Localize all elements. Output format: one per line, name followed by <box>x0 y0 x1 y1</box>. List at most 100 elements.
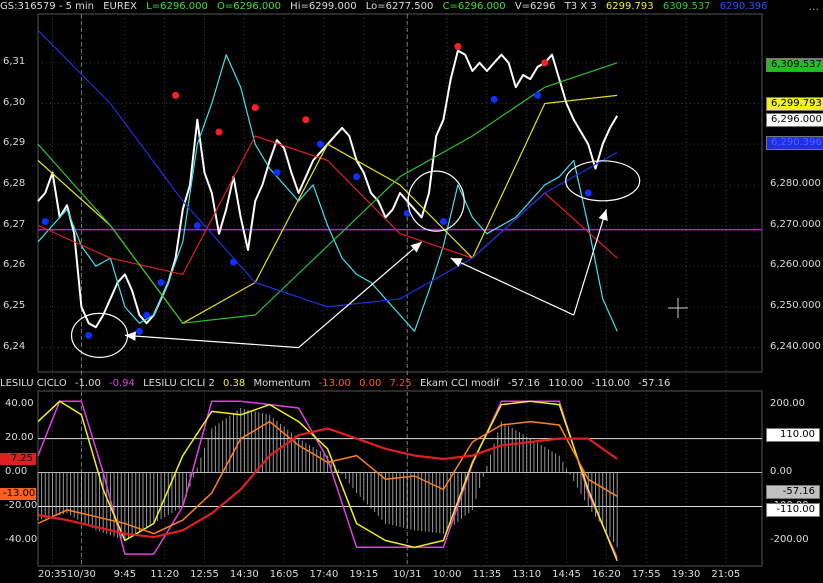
ind3-value-c: 7.25 <box>389 378 412 389</box>
blue-dot-0 <box>41 217 49 225</box>
blue-dot-13 <box>534 91 542 99</box>
x-tick-3: 11:20 <box>150 569 180 580</box>
x-tick-6: 16:05 <box>269 569 299 580</box>
high-label: Hi=6299.000 <box>290 1 357 12</box>
y-left-tick-6: 6,25 <box>3 299 26 311</box>
series-price <box>37 49 619 329</box>
last-label: L=6296.000 <box>146 1 208 12</box>
ind4-value-d: -57.16 <box>638 378 671 389</box>
red-dot-5 <box>541 59 549 67</box>
ind4-value-c: -110.00 <box>591 378 630 389</box>
x-tick-8: 19:15 <box>349 569 379 580</box>
blue-dot-1 <box>85 331 93 339</box>
y-left-tick-1: 6,30 <box>3 96 26 108</box>
indicator-header: LESILU CICLO -1.00 -0.94 LESILU CICLI 2 … <box>0 377 823 391</box>
blue-dot-11 <box>439 217 447 225</box>
blue-dot-14 <box>584 189 592 197</box>
blue-dot-5 <box>193 222 201 230</box>
ind-y-right-tick-4: -200.00 <box>770 533 809 545</box>
blue-dot-4 <box>157 279 165 286</box>
series-yellow_ma <box>37 94 618 324</box>
red-dot-4 <box>454 43 462 51</box>
price-tag-2: 6,296.000 <box>766 112 823 127</box>
ind-left-tag-0: 7.25 <box>0 453 36 466</box>
volume-label: V=6296 <box>514 1 556 12</box>
x-tick-1: 10/30 <box>67 569 96 580</box>
ind4-value-b: 110.00 <box>548 378 584 389</box>
ind1-value-b: -0.94 <box>109 378 135 389</box>
x-tick-10: 10:00 <box>432 569 462 580</box>
ind1-name: LESILU CICLO <box>0 378 67 389</box>
ind-y-left-tick-0: 40.00 <box>5 397 34 409</box>
y-right-tick-0: 6,280.000 <box>770 177 821 189</box>
blue-dot-2 <box>135 327 143 335</box>
ind1-value: -1.00 <box>74 378 101 389</box>
ind4-value: -57.16 <box>507 378 540 389</box>
exchange-label: EUREX <box>103 1 137 12</box>
blue-dot-9 <box>353 173 361 181</box>
chart-menu-icon[interactable]: ... <box>809 0 820 13</box>
y-left-tick-7: 6,24 <box>3 340 26 352</box>
series-green_ma <box>37 62 618 324</box>
series-red_ma <box>37 135 618 275</box>
ind-right-tag-0: 110.00 <box>766 428 820 443</box>
low-label: Lo=6277.500 <box>365 1 434 12</box>
y-right-tick-1: 6,270.000 <box>770 218 821 230</box>
mult-label: T3 X 3 <box>564 1 597 12</box>
ind3-value: -13.00 <box>318 378 351 389</box>
y-left-tick-3: 6,28 <box>3 177 26 189</box>
x-tick-11: 11:35 <box>472 569 502 580</box>
annotation-arrow-1 <box>298 241 423 349</box>
blue-dot-3 <box>143 311 151 319</box>
price-tag-3: 6,290.396 <box>766 135 823 150</box>
x-tick-17: 21:05 <box>711 569 741 580</box>
blue-dot-7 <box>273 169 281 177</box>
annotation-ellipse-3 <box>565 160 641 202</box>
chart-canvas <box>37 13 763 567</box>
ind2-name: LESILU CICLI 2 <box>143 378 215 389</box>
ind-right-tag-2: -110.00 <box>766 502 820 517</box>
red-dot-2 <box>251 104 259 112</box>
y-right-tick-3: 6,250.000 <box>770 299 821 311</box>
price-tag-0: 6,309.537 <box>766 57 823 72</box>
y-right-tick-2: 6,260.000 <box>770 259 821 271</box>
x-tick-5: 14:30 <box>229 569 259 580</box>
x-tick-12: 13:10 <box>512 569 542 580</box>
x-tick-15: 17:55 <box>631 569 661 580</box>
ind-left-tag-1: -13.00 <box>0 487 36 500</box>
y-right-tick-4: 6,240.000 <box>770 340 821 352</box>
ma3-label: 6290.396 <box>719 1 768 12</box>
y-left-tick-4: 6,27 <box>3 218 26 230</box>
ind-y-left-tick-2: 0.00 <box>5 465 28 477</box>
annotation-arrow-2 <box>450 257 575 316</box>
series-cyan <box>37 54 618 332</box>
x-tick-2: 9:45 <box>113 569 137 580</box>
y-left-tick-0: 6,31 <box>3 55 26 67</box>
x-tick-16: 19:30 <box>671 569 701 580</box>
ma1-label: 6299.793 <box>605 1 654 12</box>
blue-dot-12 <box>490 95 498 103</box>
close-label: C=6296.000 <box>442 1 506 12</box>
blue-dot-8 <box>316 140 324 148</box>
price-tag-1: 6,299.793 <box>766 97 823 112</box>
symbol-label: GS:316579 - 5 min <box>0 1 95 12</box>
red-dot-0 <box>172 91 180 99</box>
ind-y-left-tick-1: 20.00 <box>5 431 34 443</box>
ind-y-right-tick-2: 0.00 <box>770 465 793 477</box>
x-tick-4: 12:55 <box>190 569 219 580</box>
x-tick-9: 10/31 <box>392 569 422 580</box>
x-tick-13: 14:45 <box>552 569 581 580</box>
ma2-label: 6309.537 <box>662 1 711 12</box>
x-tick-0: 20:35 <box>38 569 67 580</box>
blue-dot-6 <box>229 258 237 266</box>
ind3-name: Momentum <box>253 378 311 389</box>
chart-header: GS:316579 - 5 min EUREX L=6296.000 O=629… <box>0 0 823 14</box>
ind-right-tag-1: -57.16 <box>766 484 820 499</box>
annotation-arrow-0 <box>124 331 299 349</box>
ind-y-left-tick-4: -40.00 <box>5 533 38 545</box>
x-tick-7: 17:40 <box>309 569 339 580</box>
open-label: O=6296.000 <box>217 1 281 12</box>
ind4-name: Ekam CCI modif <box>419 378 500 389</box>
red-dot-3 <box>302 116 310 124</box>
ind2-value: 0.38 <box>223 378 246 389</box>
